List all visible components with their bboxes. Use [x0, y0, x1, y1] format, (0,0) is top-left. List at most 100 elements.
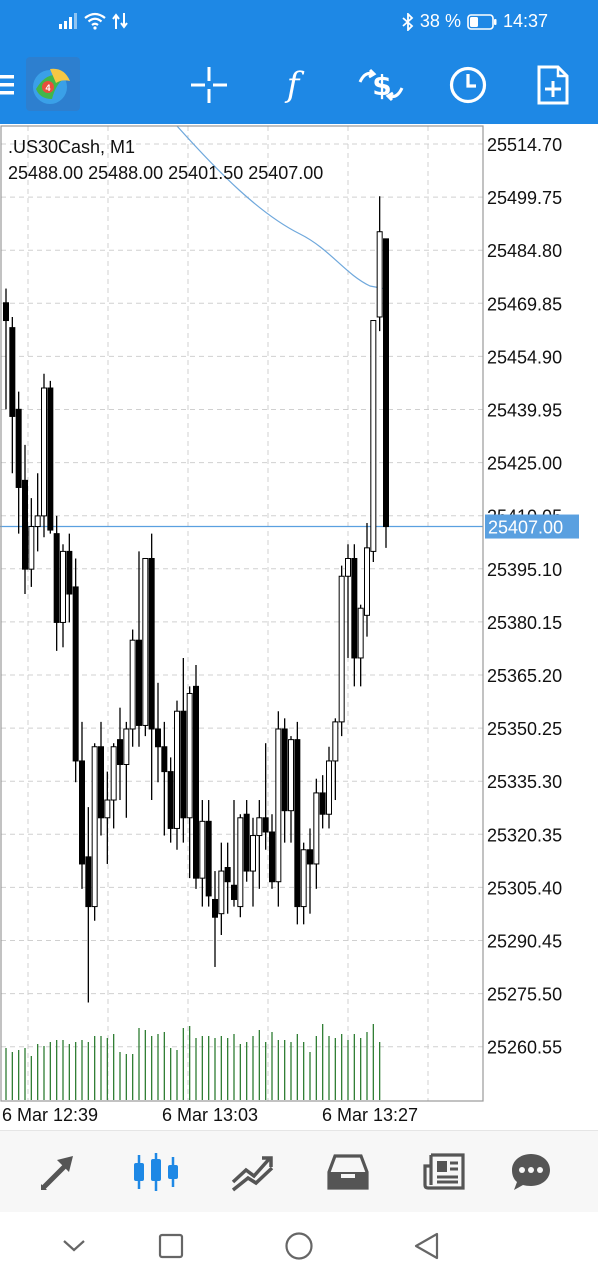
candle	[326, 746, 332, 829]
candle	[72, 558, 79, 783]
candle-body	[243, 813, 250, 872]
moving-average-line	[176, 125, 387, 290]
status-left-icons	[58, 12, 128, 30]
y-axis-tick-label: 25290.45	[487, 932, 562, 952]
price-chart[interactable]: 25514.70 25499.75 25484.80 25469.85 25454.90…	[0, 124, 598, 1130]
candle-body	[28, 526, 35, 570]
y-axis-tick-label: 25395.10	[487, 560, 562, 580]
candle-body	[376, 231, 383, 318]
candle-body	[167, 771, 174, 829]
y-axis-tick-label: 25335.30	[487, 772, 562, 792]
status-right-info: 38 % 14:37	[402, 11, 548, 32]
candlestick-chart-icon	[134, 1153, 178, 1191]
x-axis-tick-label: 6 Mar 12:39	[2, 1105, 98, 1125]
back-button[interactable]	[408, 1228, 444, 1264]
candle	[212, 871, 218, 967]
candle	[129, 629, 136, 747]
history-tab[interactable]	[323, 1147, 373, 1197]
chart-tab[interactable]	[131, 1147, 181, 1197]
candle	[199, 800, 206, 907]
candle-body	[85, 856, 92, 908]
trade-button[interactable]: $	[356, 60, 406, 110]
crosshair-button[interactable]	[184, 60, 234, 110]
candle-body	[47, 387, 54, 531]
indicators-button[interactable]: f	[268, 60, 318, 110]
candle-body	[104, 799, 111, 819]
candle-body	[383, 238, 389, 528]
candle	[167, 757, 174, 843]
home-button[interactable]	[281, 1228, 317, 1264]
chevron-down-icon	[63, 1240, 85, 1252]
y-axis-tick-label: 25350.25	[487, 719, 562, 739]
candle-body	[142, 557, 149, 726]
candle	[376, 196, 383, 332]
chart-area[interactable]: 25514.70 25499.75 25484.80 25469.85 25454.90…	[0, 124, 598, 1130]
candle	[34, 473, 41, 552]
candle	[136, 551, 142, 747]
candle-body	[34, 515, 41, 528]
crosshair-icon	[191, 67, 227, 103]
trade-tab[interactable]	[228, 1147, 278, 1197]
candle	[319, 775, 326, 829]
candle	[91, 743, 98, 921]
candle	[3, 288, 9, 410]
candle	[300, 842, 307, 925]
candle	[262, 743, 269, 850]
candle	[281, 718, 288, 843]
candle-body	[256, 817, 263, 837]
candle	[155, 682, 161, 783]
candle	[345, 544, 351, 658]
square-icon	[158, 1233, 184, 1259]
candle-body	[3, 302, 9, 322]
timeframe-button[interactable]	[443, 60, 493, 110]
candle-body	[60, 550, 66, 623]
candle	[53, 515, 60, 651]
circle-icon	[285, 1232, 313, 1260]
recent-apps-button[interactable]	[153, 1228, 189, 1264]
messages-tab[interactable]	[506, 1147, 556, 1197]
candle-body	[117, 739, 123, 766]
candle-body	[129, 639, 136, 730]
candle	[338, 565, 345, 737]
candle-body	[72, 586, 79, 762]
app-logo[interactable]: 4	[26, 57, 80, 111]
candle-body	[218, 870, 225, 915]
candle	[123, 721, 130, 818]
news-tab[interactable]	[419, 1147, 469, 1197]
quotes-arrows-icon	[41, 1156, 73, 1190]
candle-body	[155, 728, 161, 748]
new-object-button[interactable]	[528, 60, 578, 110]
candle	[66, 533, 73, 623]
candle-body	[275, 728, 282, 883]
y-axis-tick-label: 25380.15	[487, 613, 562, 633]
notifications-down-button[interactable]	[56, 1228, 92, 1264]
candle-body	[9, 327, 16, 417]
metatrader-logo-icon: 4	[26, 57, 80, 111]
signal-icon	[59, 13, 77, 29]
candle-body	[269, 831, 275, 883]
svg-text:4: 4	[45, 83, 50, 93]
candle	[237, 814, 244, 918]
candle-body	[123, 728, 130, 766]
candle-body	[110, 746, 117, 801]
battery-icon	[467, 13, 497, 30]
candle	[288, 736, 294, 843]
candle	[174, 700, 180, 850]
current-price-tag-label: 25407.00	[488, 518, 563, 538]
candle	[85, 807, 92, 1003]
candle-body	[180, 710, 187, 819]
y-axis-tick-label: 25365.20	[487, 666, 562, 686]
candle-body	[313, 792, 320, 865]
candle-body	[351, 557, 358, 659]
candle-body	[345, 557, 351, 577]
candle	[22, 444, 28, 595]
candle-body	[148, 557, 155, 730]
candle-body	[231, 884, 237, 900]
y-axis-tick-label: 25484.80	[487, 241, 562, 261]
candle-body	[281, 728, 288, 812]
y-axis-tick-label: 25260.55	[487, 1038, 562, 1058]
candle	[15, 391, 22, 534]
candle-body	[294, 739, 301, 908]
candle-body	[174, 710, 180, 829]
quotes-tab[interactable]	[34, 1147, 84, 1197]
